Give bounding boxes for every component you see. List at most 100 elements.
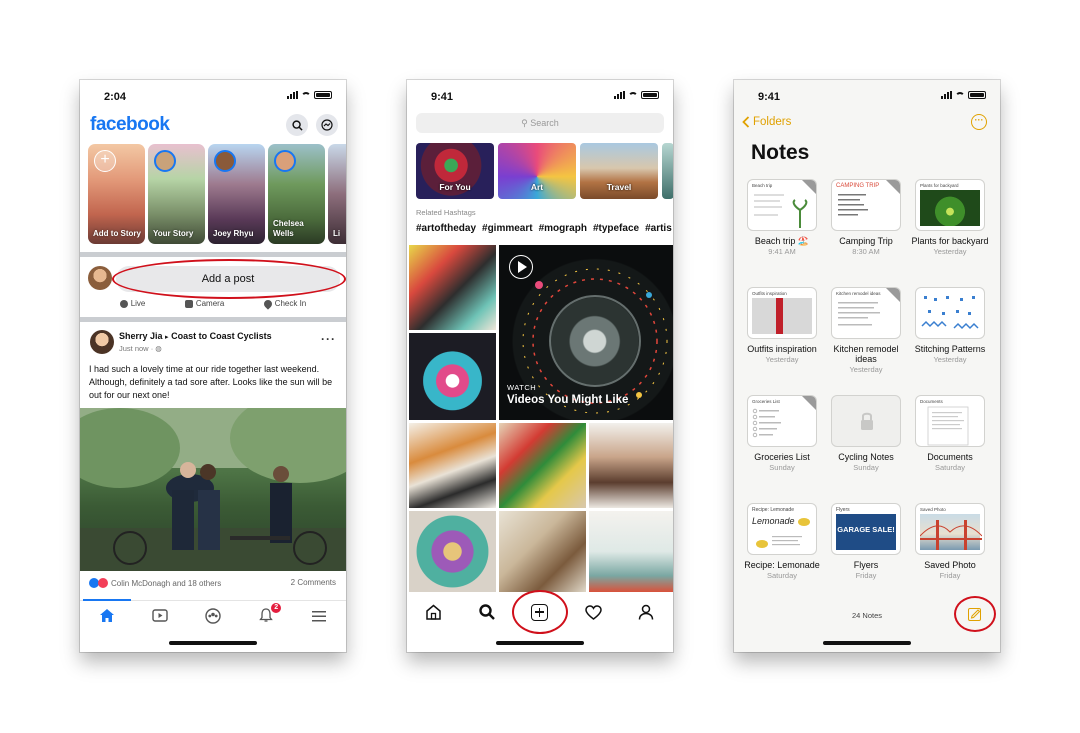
play-icon[interactable] bbox=[509, 255, 533, 279]
video-caption: WATCH Videos You Might Like bbox=[507, 383, 628, 406]
arrow-right-icon: ▸ bbox=[165, 334, 169, 341]
location-pin-icon bbox=[262, 297, 274, 310]
grid-image[interactable] bbox=[409, 511, 496, 592]
category-art[interactable]: Art bbox=[498, 143, 576, 199]
profile-tab[interactable] bbox=[635, 601, 657, 623]
video-tile[interactable]: WATCH Videos You Might Like bbox=[499, 245, 673, 420]
thumb-title: Plants for backyard bbox=[920, 183, 959, 188]
note-thumbnail: Documents bbox=[915, 395, 985, 447]
page-title: Notes bbox=[751, 141, 810, 164]
hashtag[interactable]: #artis bbox=[645, 223, 672, 234]
messenger-icon[interactable] bbox=[316, 114, 338, 136]
more-options-icon[interactable]: ··· bbox=[321, 332, 336, 346]
reactions-text: Colin McDonagh and 18 others bbox=[111, 578, 222, 588]
note-item[interactable]: Beach trip Beach trip 🏖️ 9:41 AM bbox=[740, 179, 824, 256]
camera-button[interactable]: Camera bbox=[184, 299, 224, 308]
check-in-label: Check In bbox=[274, 299, 307, 308]
avatar[interactable] bbox=[90, 330, 114, 354]
notifications-tab[interactable]: 2 bbox=[256, 602, 282, 624]
story-card[interactable]: Your Story bbox=[148, 144, 205, 244]
heart-icon bbox=[584, 604, 602, 620]
folders-back-button[interactable]: Folders bbox=[742, 116, 791, 128]
category-travel[interactable]: Travel bbox=[580, 143, 658, 199]
groups-tab[interactable] bbox=[203, 607, 223, 624]
hashtag[interactable]: #mograph bbox=[539, 223, 587, 234]
note-date: Yesterday bbox=[765, 355, 799, 364]
activity-tab[interactable] bbox=[582, 601, 604, 623]
live-button[interactable]: Live bbox=[119, 299, 145, 308]
note-item[interactable]: Saved Photo Saved Photo Friday bbox=[908, 503, 992, 580]
profile-icon bbox=[639, 604, 654, 620]
post-author: Sherry Jia bbox=[119, 331, 163, 341]
avatar bbox=[88, 266, 112, 290]
thumb-title: GARAGE SALE! bbox=[837, 525, 895, 534]
note-title: Groceries List bbox=[754, 452, 810, 462]
category-label: Art bbox=[530, 182, 544, 192]
post-time-line: Just now · ◍ bbox=[119, 344, 162, 353]
note-item[interactable]: Documents Documents Saturday bbox=[908, 395, 992, 472]
grid-image[interactable] bbox=[409, 245, 496, 330]
note-item[interactable]: Flyers GARAGE SALE! Flyers Friday bbox=[824, 503, 908, 580]
story-card[interactable]: Chelsea Wells bbox=[268, 144, 325, 244]
note-thumbnail bbox=[831, 395, 901, 447]
note-title: Stitching Patterns bbox=[914, 344, 986, 354]
home-indicator[interactable] bbox=[496, 641, 584, 645]
search-icon[interactable] bbox=[286, 114, 308, 136]
note-item[interactable]: Cycling Notes Sunday bbox=[824, 395, 908, 472]
post-text: I had such a lovely time at our ride tog… bbox=[89, 364, 333, 400]
note-title: Documents bbox=[927, 452, 973, 462]
grid-image[interactable] bbox=[499, 511, 586, 592]
signal-icon bbox=[287, 91, 298, 99]
note-item[interactable]: Outfits inspiration Outfits inspiration … bbox=[740, 287, 824, 364]
home-tab[interactable] bbox=[423, 601, 445, 623]
avatar bbox=[154, 150, 176, 172]
home-indicator[interactable] bbox=[169, 641, 257, 645]
bridge-photo bbox=[919, 514, 983, 550]
note-date: 8:30 AM bbox=[852, 247, 880, 256]
note-thumbnail: CAMPING TRIP bbox=[831, 179, 901, 231]
wifi-icon bbox=[628, 91, 638, 99]
category-more[interactable] bbox=[662, 143, 673, 199]
post-photo[interactable] bbox=[80, 408, 346, 571]
comments-count[interactable]: 2 Comments bbox=[291, 578, 336, 587]
grid-image[interactable] bbox=[409, 423, 496, 508]
category-for-you[interactable]: For You bbox=[416, 143, 494, 199]
story-card-add[interactable]: + Add to Story bbox=[88, 144, 145, 244]
note-title: Beach trip 🏖️ bbox=[754, 236, 810, 246]
stage: 2:04 facebook + Add to Story Your Story bbox=[0, 0, 1080, 733]
more-options-icon[interactable]: ··· bbox=[971, 114, 987, 130]
menu-tab[interactable] bbox=[309, 608, 329, 624]
story-card[interactable]: Li bbox=[328, 144, 346, 244]
note-item[interactable]: Groceries List Groceries List Sunday bbox=[740, 395, 824, 472]
search-tab[interactable] bbox=[476, 601, 498, 623]
grid-image[interactable] bbox=[499, 423, 586, 508]
check-in-button[interactable]: Check In bbox=[262, 297, 307, 310]
hashtag[interactable]: #artoftheday bbox=[416, 223, 476, 234]
home-indicator[interactable] bbox=[823, 641, 911, 645]
thumb-title: Outfits inspiration bbox=[752, 291, 787, 296]
reactions-summary[interactable]: Colin McDonagh and 18 others bbox=[89, 578, 221, 588]
hashtag[interactable]: #gimmeart bbox=[482, 223, 533, 234]
note-item[interactable]: Plants for backyard Plants for backyard … bbox=[908, 179, 992, 256]
note-item[interactable]: Recipe: Lemonade Lemonade Recipe: Lemona… bbox=[740, 503, 824, 580]
avatar bbox=[274, 150, 296, 172]
grid-image[interactable] bbox=[589, 423, 673, 508]
grid-image[interactable] bbox=[409, 333, 496, 420]
note-item[interactable]: CAMPING TRIP Camping Trip 8:30 AM bbox=[824, 179, 908, 256]
note-item[interactable]: Kitchen remodel ideas Kitchen remodel id… bbox=[824, 287, 908, 374]
stories-row[interactable]: + Add to Story Your Story Joey Rhyu Chel… bbox=[88, 144, 346, 246]
love-reaction-icon bbox=[98, 578, 108, 588]
composer-actions: Live Camera Check In bbox=[80, 297, 346, 310]
search-input[interactable]: ⚲ Search bbox=[416, 113, 664, 133]
grid-image[interactable] bbox=[589, 511, 673, 592]
hashtag[interactable]: #typeface bbox=[593, 223, 639, 234]
note-item[interactable]: Stitching Patterns Yesterday bbox=[908, 287, 992, 364]
home-tab[interactable] bbox=[82, 598, 131, 624]
watch-tab[interactable] bbox=[150, 608, 170, 624]
note-thumbnail: Kitchen remodel ideas bbox=[831, 287, 901, 339]
note-thumbnail: Recipe: Lemonade Lemonade bbox=[747, 503, 817, 555]
post-author-line[interactable]: Sherry Jia ▸ Coast to Coast Cyclists bbox=[119, 331, 272, 341]
note-date: Sunday bbox=[769, 463, 795, 472]
story-card[interactable]: Joey Rhyu bbox=[208, 144, 265, 244]
home-icon bbox=[99, 609, 114, 622]
